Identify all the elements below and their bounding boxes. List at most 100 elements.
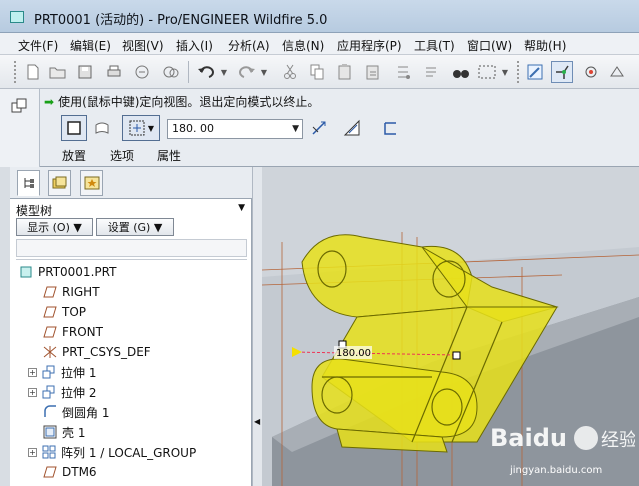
window-title: PRT0001 (活动的) - Pro/ENGINEER Wildfire 5.…: [34, 13, 328, 28]
tree-node-pattern-1[interactable]: + 阵列 1 / LOCAL_GROUP: [28, 443, 196, 461]
toolbar-grip[interactable]: [14, 61, 17, 83]
message-text: 使用(鼠标中键)定向视图。退出定向模式以终止。: [58, 95, 320, 109]
datum-plane-icon: [42, 325, 58, 339]
green-arrow-icon: ➡: [44, 95, 55, 109]
menu-applications[interactable]: 应用程序(P): [337, 37, 402, 54]
feature-dashboard: ➡ 使用(鼠标中键)定向视图。退出定向模式以终止。 ▼ 180. 00 ▼ 放置 …: [0, 89, 639, 167]
tab-options[interactable]: 选项: [110, 147, 134, 164]
watermark-url: jingyan.baidu.com: [510, 465, 603, 476]
selection-dropdown-icon[interactable]: ▼: [499, 61, 511, 83]
tree-node-csys[interactable]: PRT_CSYS_DEF: [42, 343, 151, 361]
navigator-panel: 模型树 ▼ 显示 (O) ▼ 设置 (G) ▼ PRT0001.PRT RIGH…: [10, 167, 252, 486]
thicken-button[interactable]: [377, 115, 403, 141]
link-icon[interactable]: [160, 61, 182, 83]
toolbar-grip[interactable]: [517, 61, 520, 83]
tree-node-label: RIGHT: [62, 285, 100, 299]
save-icon[interactable]: [74, 61, 96, 83]
csys-icon: [42, 345, 58, 359]
tree-node-label: PRT0001.PRT: [38, 265, 117, 279]
flip-direction-button[interactable]: [306, 115, 332, 141]
model-tree-title: 模型树: [16, 204, 53, 218]
send-mail-icon[interactable]: [131, 61, 153, 83]
menu-tools[interactable]: 工具(T): [414, 37, 455, 54]
expand-icon[interactable]: +: [28, 367, 37, 377]
tree-node-root[interactable]: PRT0001.PRT: [18, 263, 116, 281]
expand-icon[interactable]: +: [28, 447, 37, 457]
tree-node-label: 拉伸 2: [61, 385, 97, 400]
menu-view[interactable]: 视图(V): [122, 37, 164, 54]
favorites-tab[interactable]: [80, 170, 103, 196]
surface-mode-button[interactable]: [89, 115, 115, 141]
model-tree: PRT0001.PRT RIGHT TOP FRONT PRT_CSYS_DEF…: [16, 259, 247, 486]
open-folder-icon[interactable]: [47, 61, 69, 83]
menu-info[interactable]: 信息(N): [282, 37, 324, 54]
remove-material-button[interactable]: [339, 115, 365, 141]
paste-special-icon[interactable]: [362, 61, 384, 83]
selection-box-icon[interactable]: [476, 61, 498, 83]
menu-analysis[interactable]: 分析(A): [228, 37, 270, 54]
settings-button[interactable]: 设置 (G) ▼: [96, 218, 174, 236]
collapse-arrow-icon[interactable]: ◀: [254, 417, 260, 426]
menu-edit[interactable]: 编辑(E): [70, 37, 111, 54]
tree-node-right[interactable]: RIGHT: [42, 283, 100, 301]
undo-dropdown-icon[interactable]: ▼: [219, 61, 229, 83]
tree-node-round-1[interactable]: 倒圆角 1: [42, 403, 109, 421]
datum-plane-icon: [42, 285, 58, 299]
angle-value-text: 180. 00: [172, 122, 214, 135]
tree-node-label: FRONT: [62, 325, 103, 339]
new-file-icon[interactable]: [22, 61, 44, 83]
tree-node-label: 阵列 1 / LOCAL_GROUP: [61, 445, 197, 460]
menu-window[interactable]: 窗口(W): [467, 37, 512, 54]
solid-mode-button[interactable]: [61, 115, 87, 141]
tab-placement[interactable]: 放置: [62, 147, 86, 164]
tree-node-label: 倒圆角 1: [62, 405, 110, 420]
round-icon: [42, 405, 58, 419]
regen-manager-icon[interactable]: [420, 61, 442, 83]
regenerate-icon[interactable]: [392, 61, 414, 83]
menu-insert[interactable]: 插入(I): [176, 37, 213, 54]
panel-splitter[interactable]: ◀: [252, 167, 262, 486]
expand-icon[interactable]: +: [28, 387, 37, 397]
sketch-icon[interactable]: [524, 61, 546, 83]
tree-node-extrude-1[interactable]: + 拉伸 1: [28, 363, 96, 381]
dashboard-pin-icon[interactable]: [11, 98, 27, 114]
toolbar-separator: [188, 61, 189, 83]
tree-node-extrude-2[interactable]: + 拉伸 2: [28, 383, 96, 401]
pattern-icon: [41, 445, 57, 459]
tree-node-label: DTM6: [62, 465, 97, 479]
undo-icon[interactable]: [195, 61, 217, 83]
tree-node-top[interactable]: TOP: [42, 303, 86, 321]
drag-orient-icon[interactable]: [551, 61, 573, 83]
tree-filter-field[interactable]: [16, 239, 247, 257]
dimension-label[interactable]: 180.00: [336, 348, 371, 359]
cut-icon[interactable]: [279, 61, 301, 83]
part-icon: [18, 265, 34, 279]
show-button[interactable]: 显示 (O) ▼: [16, 218, 93, 236]
tree-menu-dropdown-icon[interactable]: ▼: [238, 203, 245, 213]
menu-file[interactable]: 文件(F): [18, 37, 58, 54]
print-icon[interactable]: [103, 61, 125, 83]
find-binoculars-icon[interactable]: [450, 61, 472, 83]
spin-center-icon[interactable]: [580, 61, 602, 83]
tree-node-shell-1[interactable]: 壳 1: [42, 423, 85, 441]
tree-node-dtm6[interactable]: DTM6: [42, 463, 97, 481]
copy-icon[interactable]: [306, 61, 328, 83]
view-manager-icon[interactable]: [606, 61, 628, 83]
dashboard-pin-area: [0, 89, 40, 167]
menu-help[interactable]: 帮助(H): [524, 37, 566, 54]
tab-properties[interactable]: 属性: [157, 147, 181, 164]
tree-node-front[interactable]: FRONT: [42, 323, 103, 341]
model-tree-tab[interactable]: [17, 170, 40, 196]
app-icon: [10, 11, 24, 23]
shell-icon: [42, 425, 58, 439]
svg-text:经验: 经验: [601, 430, 635, 451]
reference-collector-button[interactable]: ▼: [122, 115, 160, 141]
angle-dropdown-icon[interactable]: ▼: [292, 124, 299, 134]
folder-browser-tab[interactable]: [48, 170, 71, 196]
redo-icon[interactable]: [236, 61, 258, 83]
navigator-tabs: [10, 167, 252, 199]
angle-value-field[interactable]: 180. 00 ▼: [167, 119, 303, 139]
graphics-window[interactable]: 180.00 Baidu 经验 jingyan.baidu.com: [262, 167, 639, 486]
paste-icon[interactable]: [334, 61, 356, 83]
redo-dropdown-icon[interactable]: ▼: [259, 61, 269, 83]
